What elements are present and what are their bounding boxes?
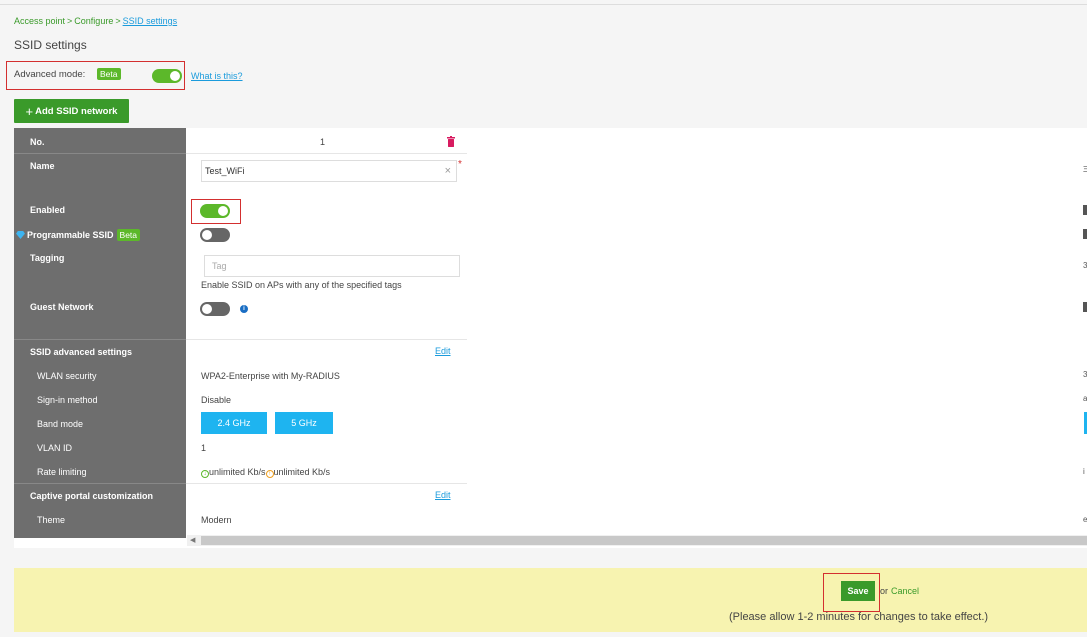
- breadcrumb-separator: >: [115, 16, 121, 26]
- wlan-security-value: WPA2-Enterprise with My-RADIUS: [201, 371, 340, 381]
- label-programmable-ssid-text: Programmable SSID: [27, 230, 114, 240]
- trash-icon[interactable]: [447, 136, 455, 147]
- section-divider: [14, 483, 186, 484]
- enabled-toggle[interactable]: [200, 204, 230, 218]
- breadcrumb-current[interactable]: SSID settings: [123, 16, 178, 26]
- ssid-table: No. Name Enabled Programmable SSID Beta T…: [14, 128, 1087, 548]
- label-wlan-security: WLAN security: [37, 371, 97, 381]
- sign-in-method-value: Disable: [201, 395, 232, 405]
- upload-icon: ↑: [265, 470, 274, 478]
- label-ssid-advanced-settings: SSID advanced settings: [30, 347, 133, 357]
- tag-input[interactable]: Tag: [204, 255, 460, 277]
- horizontal-scrollbar[interactable]: ◀: [187, 535, 1087, 546]
- label-guest-network: Guest Network: [30, 302, 94, 312]
- required-asterisk: *: [458, 159, 462, 170]
- section-divider: [14, 339, 186, 340]
- ssid-settings-page: Access point > Configure > SSID settings SSI…: [0, 0, 1087, 637]
- rate-up-value: unlimited Kb/s: [273, 467, 331, 477]
- label-rate-limiting: Rate limiting: [37, 467, 87, 477]
- label-no: No.: [30, 137, 45, 147]
- next-column-edge-text: a: [1083, 394, 1087, 403]
- label-vlan-id: VLAN ID: [37, 443, 73, 453]
- label-name: Name: [30, 161, 55, 171]
- breadcrumb-item-configure[interactable]: Configure: [74, 16, 113, 26]
- rate-down-value: unlimited Kb/s: [209, 467, 266, 477]
- label-theme: Theme: [37, 515, 66, 525]
- add-ssid-network-button[interactable]: + Add SSID network: [14, 99, 129, 123]
- label-sign-in-method: Sign-in method: [37, 395, 98, 405]
- ssid-number: 1: [320, 137, 326, 147]
- edit-captive-portal-link[interactable]: Edit: [435, 490, 451, 500]
- add-ssid-network-label: Add SSID network: [35, 105, 118, 117]
- next-column-edge-text: Ξ: [1083, 165, 1087, 174]
- cancel-link[interactable]: Cancel: [891, 586, 919, 596]
- advanced-mode-toggle[interactable]: [152, 69, 182, 83]
- label-programmable-ssid: Programmable SSID Beta: [16, 229, 141, 241]
- ssid-name-input[interactable]: Test_WiFi ×: [201, 160, 457, 182]
- theme-value: Modern: [201, 515, 232, 525]
- save-button[interactable]: Save: [841, 581, 875, 601]
- next-column-edge-text: e: [1083, 515, 1087, 524]
- label-captive-portal-customization: Captive portal customization: [30, 491, 154, 501]
- ssid-name-value: Test_WiFi: [205, 166, 245, 176]
- diamond-icon: [16, 231, 25, 239]
- edit-advanced-settings-link[interactable]: Edit: [435, 346, 451, 356]
- breadcrumb: Access point > Configure > SSID settings: [14, 16, 177, 26]
- vlan-id-value: 1: [201, 443, 207, 453]
- next-column-edge-toggle: [1083, 205, 1087, 215]
- label-band-mode: Band mode: [37, 419, 84, 429]
- band-5ghz-button[interactable]: 5 GHz: [275, 412, 333, 434]
- guest-network-toggle[interactable]: [200, 302, 230, 316]
- next-column-edge-toggle: [1083, 229, 1087, 239]
- scroll-left-icon[interactable]: ◀: [190, 535, 195, 546]
- advanced-mode-beta-badge: Beta: [97, 68, 121, 80]
- info-icon[interactable]: i: [240, 305, 248, 313]
- next-column-edge-text: i: [1083, 467, 1085, 476]
- breadcrumb-separator: >: [67, 16, 73, 26]
- top-border: [0, 4, 1087, 5]
- clear-icon[interactable]: ×: [445, 161, 451, 181]
- programmable-ssid-beta-badge: Beta: [116, 229, 141, 241]
- label-tagging: Tagging: [30, 253, 65, 263]
- row-divider: [14, 153, 186, 154]
- band-2-4ghz-button[interactable]: 2.4 GHz: [201, 412, 267, 434]
- programmable-ssid-toggle[interactable]: [200, 228, 230, 242]
- section-divider: [186, 339, 467, 340]
- scrollbar-thumb[interactable]: [201, 536, 1087, 545]
- section-divider: [186, 483, 467, 484]
- advanced-mode-label: Advanced mode:: [14, 69, 86, 80]
- label-enabled: Enabled: [30, 205, 66, 215]
- row-divider: [186, 153, 467, 154]
- next-column-edge-text: 3: [1083, 261, 1087, 270]
- next-column-edge-text: 3: [1083, 370, 1087, 379]
- download-icon: ↓: [201, 470, 209, 478]
- rate-limiting-value: ↓ unlimited Kb/s ↑ unlimited Kb/s: [201, 467, 330, 478]
- footer-note: (Please allow 1-2 minutes for changes to…: [729, 611, 989, 623]
- next-column-edge-toggle: [1083, 302, 1087, 312]
- tag-hint: Enable SSID on APs with any of the speci…: [201, 280, 402, 290]
- or-text: or: [880, 586, 889, 596]
- what-is-this-link[interactable]: What is this?: [191, 71, 243, 81]
- page-title: SSID settings: [14, 38, 87, 52]
- breadcrumb-item-access-point[interactable]: Access point: [14, 16, 65, 26]
- plus-icon: +: [25, 103, 34, 119]
